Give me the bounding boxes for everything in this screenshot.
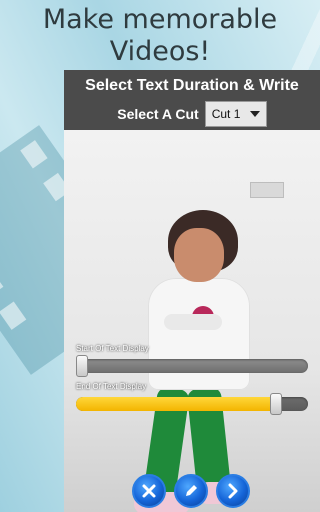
subject-face bbox=[174, 228, 224, 282]
pencil-icon bbox=[186, 485, 197, 496]
headline-line-1: Make memorable bbox=[42, 4, 278, 35]
end-slider-label: End Of Text Display bbox=[76, 382, 147, 391]
cut-label: Select A Cut bbox=[117, 106, 199, 122]
panel-header: Select Text Duration & Write Select A Cu… bbox=[64, 70, 320, 130]
next-button[interactable] bbox=[216, 474, 250, 508]
panel-title: Select Text Duration & Write bbox=[85, 77, 299, 94]
start-slider-label: Start Of Text Display bbox=[76, 344, 149, 353]
cut-dropdown-value: Cut 1 bbox=[211, 107, 241, 121]
cut-row: Select A Cut Cut 1 bbox=[64, 101, 320, 127]
close-icon bbox=[142, 484, 156, 498]
promo-headline: Make memorable Videos! bbox=[0, 0, 320, 68]
subject-arms bbox=[164, 314, 222, 330]
subject-shirt bbox=[148, 278, 250, 390]
action-bar bbox=[64, 474, 320, 512]
editor-panel: Select Text Duration & Write Select A Cu… bbox=[64, 70, 320, 512]
chevron-right-icon bbox=[228, 483, 238, 499]
video-frame-preview: Start Of Text Display End Of Text Displa… bbox=[64, 130, 320, 512]
cut-dropdown[interactable]: Cut 1 bbox=[204, 101, 267, 127]
end-slider-thumb[interactable] bbox=[269, 393, 282, 415]
start-slider[interactable] bbox=[76, 355, 308, 377]
chevron-down-icon bbox=[249, 111, 260, 117]
start-slider-thumb[interactable] bbox=[76, 355, 88, 377]
start-slider-group: Start Of Text Display bbox=[76, 343, 308, 377]
end-slider[interactable] bbox=[76, 393, 308, 415]
cancel-button[interactable] bbox=[132, 474, 166, 508]
edit-button[interactable] bbox=[174, 474, 208, 508]
headline-line-2: Videos! bbox=[109, 36, 211, 67]
end-slider-fill bbox=[76, 397, 276, 411]
wall-switch bbox=[250, 182, 284, 198]
end-slider-group: End Of Text Display bbox=[76, 381, 308, 415]
